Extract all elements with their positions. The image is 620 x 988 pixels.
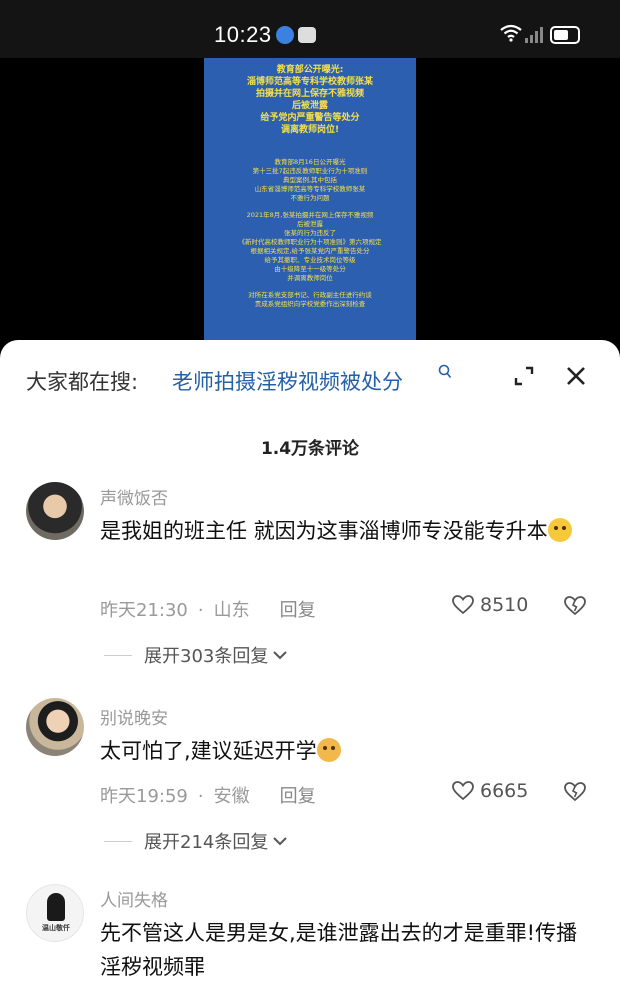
video-player[interactable]: 教育部公开曝光: 淄博师范高等专科学校教师张某 拍摄并在网上保存不雅视频 后被泄… bbox=[0, 58, 620, 358]
poster-small-line: 不雅行为问题 bbox=[290, 194, 330, 202]
wifi-icon bbox=[500, 24, 522, 42]
poster-small-line: 张某的行为违反了 bbox=[284, 229, 336, 237]
like-button[interactable]: 8510 bbox=[452, 594, 528, 616]
like-count: 8510 bbox=[480, 594, 529, 616]
comments-sheet: 大家都在搜: 老师拍摄淫秽视频被处分 1.4万条评论 声微饭否 是我姐的班主任 … bbox=[0, 340, 620, 988]
comment-text: 先不管这人是男是女,是谁泄露出去的才是重罪!传播淫秽视频罪 bbox=[100, 921, 578, 979]
avatar[interactable]: 温山敬仟 bbox=[26, 884, 84, 942]
expand-replies-button[interactable]: 展开303条回复 bbox=[104, 642, 288, 668]
poster-body-1: 教育部8月16日公开曝光 第十三批7起违反教师职业行为十项准则 典型案例,其中包… bbox=[212, 158, 408, 203]
poster-small-line: 给予其撤职、专业技术岗位等级 bbox=[264, 256, 356, 264]
broken-heart-icon[interactable] bbox=[564, 782, 586, 802]
status-time: 10:23 bbox=[214, 22, 272, 47]
battery-icon bbox=[550, 26, 580, 44]
comment-username[interactable]: 人间失格 bbox=[100, 886, 168, 911]
poster-line: 拍摄并在网上保存不雅视频 bbox=[255, 89, 364, 99]
fearful-emoji-icon bbox=[316, 738, 341, 762]
signal-icon bbox=[525, 27, 543, 43]
comment-meta: 昨天21:30 · 山东 回复 bbox=[100, 596, 326, 622]
reply-button[interactable]: 回复 bbox=[280, 600, 316, 621]
heart-icon bbox=[452, 781, 474, 801]
poster-small-line: 2021年8月,张某拍摄并在网上保存不雅视频 bbox=[246, 211, 374, 219]
comment-location: 安徽 bbox=[213, 786, 250, 807]
comment-time: 昨天21:30 bbox=[100, 600, 188, 621]
reply-button[interactable]: 回复 bbox=[280, 786, 316, 807]
poster-line: 给予党内严重警告等处分 bbox=[260, 113, 360, 123]
poster-small-line: 第十三批7起违反教师职业行为十项准则 bbox=[252, 167, 368, 175]
close-icon[interactable] bbox=[564, 364, 588, 388]
comment-item: 声微饭否 是我姐的班主任 就因为这事淄博师专没能专升本 昨天21:30 · 山东 回复… bbox=[0, 478, 620, 668]
poster-small-line: 并调离教师岗位 bbox=[287, 274, 333, 282]
avatar[interactable] bbox=[26, 698, 84, 756]
comment-username[interactable]: 别说晚安 bbox=[100, 704, 168, 729]
poster-small-line: 教育部8月16日公开曝光 bbox=[274, 158, 346, 166]
comment-item: 温山敬仟 人间失格 先不管这人是男是女,是谁泄露出去的才是重罪!传播淫秽视频罪 bbox=[0, 882, 620, 988]
comment-text-body: 是我姐的班主任 就因为这事淄博师专没能专升本 bbox=[100, 519, 548, 543]
poster-body-2: 2021年8月,张某拍摄并在网上保存不雅视频 后被泄露 张某的行为违反了 《新时… bbox=[212, 211, 408, 283]
expand-replies-button[interactable]: 展开214条回复 bbox=[104, 828, 288, 854]
comment-count: 1.4万条评论 bbox=[260, 439, 360, 459]
grinning-sweat-emoji-icon bbox=[547, 518, 572, 542]
poster-line: 后被泄露 bbox=[291, 101, 328, 111]
meta-separator: · bbox=[197, 786, 204, 807]
app-notification-icon-secondary bbox=[298, 27, 316, 43]
comment-time: 昨天19:59 bbox=[100, 786, 188, 807]
poster-small-line: 典型案例,其中包括 bbox=[282, 176, 338, 184]
comment-meta: 昨天19:59 · 安徽 回复 bbox=[100, 782, 326, 808]
avatar[interactable] bbox=[26, 482, 84, 540]
poster-body-3: 对所在系党支部书记、行政副主任进行约谈 责成系党组织向学校党委作出深刻检查 bbox=[212, 291, 408, 309]
search-suggestion-link[interactable]: 老师拍摄淫秽视频被处分 bbox=[172, 366, 403, 396]
poster-small-line: 根据相关规定,给予张某党内严重警告处分 bbox=[250, 247, 370, 255]
avatar-person-figure bbox=[47, 893, 65, 921]
meta-separator: · bbox=[197, 600, 204, 621]
comment-text: 是我姐的班主任 就因为这事淄博师专没能专升本 bbox=[100, 514, 592, 548]
comment-text-body: 太可怕了,建议延迟开学 bbox=[100, 739, 317, 763]
comment-username[interactable]: 声微饭否 bbox=[100, 484, 168, 509]
expand-replies-label: 展开303条回复 bbox=[144, 646, 269, 667]
poster-headline: 教育部公开曝光: 淄博师范高等专科学校教师张某 拍摄并在网上保存不雅视频 后被泄… bbox=[212, 64, 408, 136]
divider-line bbox=[104, 654, 132, 656]
poster-small-line: 由十级降至十一级等处分 bbox=[274, 265, 346, 273]
chevron-down-icon bbox=[273, 651, 288, 660]
search-prefix-label: 大家都在搜: bbox=[26, 370, 139, 394]
like-button[interactable]: 6665 bbox=[452, 780, 528, 802]
poster-small-line: 后被泄露 bbox=[297, 220, 323, 228]
comment-item: 别说晚安 太可怕了,建议延迟开学 昨天19:59 · 安徽 回复 6665 展开214… bbox=[0, 698, 620, 858]
broken-heart-icon[interactable] bbox=[564, 596, 586, 616]
divider-line bbox=[104, 840, 132, 842]
video-poster-image: 教育部公开曝光: 淄博师范高等专科学校教师张某 拍摄并在网上保存不雅视频 后被泄… bbox=[204, 58, 416, 340]
search-suggestion-row: 大家都在搜: 老师拍摄淫秽视频被处分 bbox=[26, 362, 596, 398]
expand-replies-label: 展开214条回复 bbox=[144, 832, 269, 853]
poster-line: 调离教师岗位! bbox=[280, 125, 340, 135]
app-notification-icon bbox=[276, 26, 294, 44]
comment-location: 山东 bbox=[213, 600, 250, 621]
poster-small-line: 《新时代高校教师职业行为十项准则》第六项规定 bbox=[238, 238, 382, 246]
poster-line: 教育部公开曝光: bbox=[276, 65, 344, 75]
like-count: 6665 bbox=[480, 780, 529, 802]
avatar-caption: 温山敬仟 bbox=[42, 924, 70, 932]
expand-icon[interactable] bbox=[512, 364, 536, 388]
comment-text: 太可怕了,建议延迟开学 bbox=[100, 734, 592, 768]
chevron-down-icon bbox=[273, 837, 288, 846]
search-icon[interactable] bbox=[438, 364, 452, 380]
poster-small-line: 山东省淄博师范高等专科学校教师张某 bbox=[254, 185, 366, 193]
poster-line: 淄博师范高等专科学校教师张某 bbox=[246, 77, 373, 87]
heart-icon bbox=[452, 595, 474, 615]
poster-small-line: 责成系党组织向学校党委作出深刻检查 bbox=[254, 300, 366, 308]
poster-small-line: 对所在系党支部书记、行政副主任进行约谈 bbox=[248, 291, 372, 299]
